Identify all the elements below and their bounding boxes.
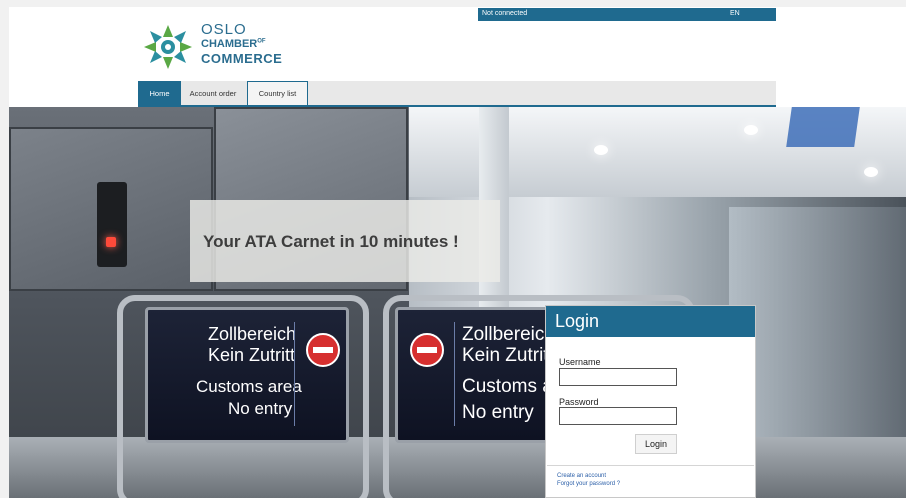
logo-emblem-icon [144, 25, 192, 69]
no-entry-icon [306, 333, 340, 367]
connection-status: Not connected [482, 10, 528, 17]
tab-country-list[interactable]: Country list [247, 81, 308, 105]
sign-left-en1: Customs area [196, 377, 302, 396]
sign-right-en2: No entry [462, 402, 534, 423]
logo-chamber-word: CHAMBER [201, 38, 258, 50]
language-selector[interactable]: EN [730, 10, 740, 17]
login-divider [547, 465, 754, 466]
logo-text-oslo: OSLO [201, 21, 247, 38]
sign-left-en2: No entry [228, 399, 293, 418]
hero-banner: Zollbereich Kein Zutritt Customs area No… [9, 107, 906, 498]
card-reader-image [97, 182, 127, 267]
sign-left-de1: Zollbereich [208, 324, 297, 344]
sign-separator [294, 322, 295, 426]
tagline-box: Your ATA Carnet in 10 minutes ! [190, 200, 500, 282]
ceiling-light [744, 125, 758, 135]
sign-right-de1: Zollbereich [462, 324, 555, 345]
logo-of-word: OF [257, 38, 266, 45]
username-label: Username [559, 357, 601, 367]
ceiling-light [864, 167, 878, 177]
hero-blue-sign [786, 107, 860, 147]
customs-sign-left: Zollbereich Kein Zutritt Customs area No… [145, 307, 349, 443]
password-label: Password [559, 397, 599, 407]
login-button[interactable]: Login [635, 434, 677, 454]
status-bar: Not connected EN [478, 8, 776, 21]
sign-left-de2: Kein Zutritt [208, 345, 296, 365]
create-account-link[interactable]: Create an account [557, 473, 606, 479]
login-title: Login [555, 311, 600, 331]
tab-account-order[interactable]: Account order [181, 81, 245, 105]
login-panel: Login Username Password Login Create an … [545, 305, 756, 498]
ceiling-light [594, 145, 608, 155]
page: Not connected EN OSLO CHAMBEROF COMMERCE… [9, 7, 906, 498]
main-nav: Home Account order Country list [138, 81, 776, 107]
tagline-text: Your ATA Carnet in 10 minutes ! [203, 232, 459, 251]
username-input[interactable] [559, 368, 677, 386]
chamber-logo[interactable]: OSLO CHAMBEROF COMMERCE [140, 19, 300, 75]
no-entry-icon [410, 333, 444, 367]
password-input[interactable] [559, 407, 677, 425]
login-header: Login [546, 306, 755, 337]
card-reader-led [106, 237, 116, 247]
tab-home[interactable]: Home [138, 81, 181, 105]
sign-right-de2: Kein Zutritt [462, 345, 554, 366]
forgot-password-link[interactable]: Forgot your password ? [557, 481, 620, 487]
logo-text-chamber: CHAMBEROF [201, 38, 266, 50]
logo-text-commerce: COMMERCE [201, 51, 283, 66]
sign-separator [454, 322, 455, 426]
